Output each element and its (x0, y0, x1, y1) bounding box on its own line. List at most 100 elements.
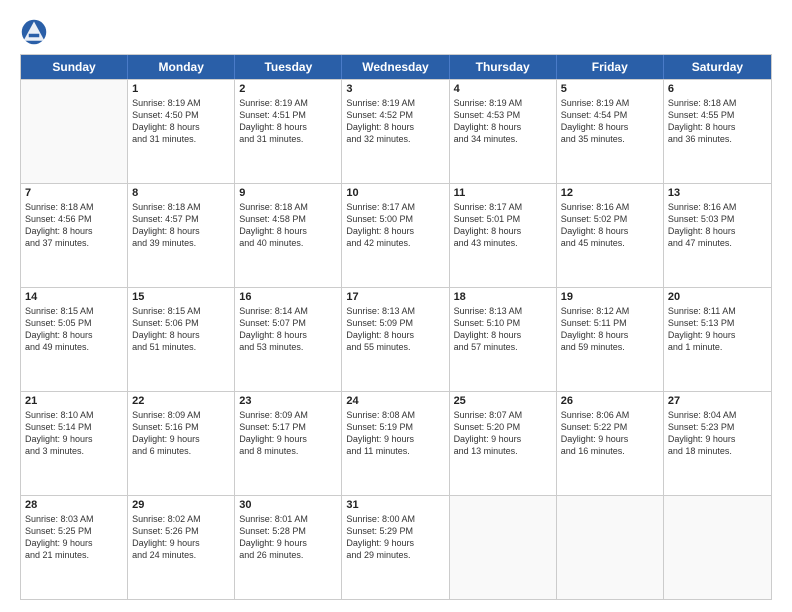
sunrise-text: Sunrise: 8:15 AM (25, 305, 123, 317)
calendar-cell-0-4: 4Sunrise: 8:19 AMSunset: 4:53 PMDaylight… (450, 80, 557, 183)
sunrise-text: Sunrise: 8:19 AM (454, 97, 552, 109)
header-day-friday: Friday (557, 55, 664, 79)
sunrise-text: Sunrise: 8:18 AM (132, 201, 230, 213)
daylight-text-cont: and 34 minutes. (454, 133, 552, 145)
calendar: SundayMondayTuesdayWednesdayThursdayFrid… (20, 54, 772, 600)
calendar-cell-3-4: 25Sunrise: 8:07 AMSunset: 5:20 PMDayligh… (450, 392, 557, 495)
daylight-text: Daylight: 9 hours (25, 537, 123, 549)
calendar-cell-0-1: 1Sunrise: 8:19 AMSunset: 4:50 PMDaylight… (128, 80, 235, 183)
daylight-text-cont: and 6 minutes. (132, 445, 230, 457)
calendar-row-3: 21Sunrise: 8:10 AMSunset: 5:14 PMDayligh… (21, 391, 771, 495)
sunrise-text: Sunrise: 8:09 AM (239, 409, 337, 421)
day-number: 3 (346, 83, 444, 95)
calendar-cell-3-5: 26Sunrise: 8:06 AMSunset: 5:22 PMDayligh… (557, 392, 664, 495)
day-number: 8 (132, 187, 230, 199)
calendar-cell-2-1: 15Sunrise: 8:15 AMSunset: 5:06 PMDayligh… (128, 288, 235, 391)
sunrise-text: Sunrise: 8:18 AM (25, 201, 123, 213)
calendar-cell-4-3: 31Sunrise: 8:00 AMSunset: 5:29 PMDayligh… (342, 496, 449, 599)
sunset-text: Sunset: 4:50 PM (132, 109, 230, 121)
daylight-text: Daylight: 8 hours (346, 329, 444, 341)
sunset-text: Sunset: 4:51 PM (239, 109, 337, 121)
sunset-text: Sunset: 5:16 PM (132, 421, 230, 433)
daylight-text-cont: and 18 minutes. (668, 445, 767, 457)
daylight-text-cont: and 42 minutes. (346, 237, 444, 249)
day-number: 23 (239, 395, 337, 407)
daylight-text-cont: and 40 minutes. (239, 237, 337, 249)
day-number: 19 (561, 291, 659, 303)
sunrise-text: Sunrise: 8:19 AM (239, 97, 337, 109)
sunrise-text: Sunrise: 8:19 AM (346, 97, 444, 109)
sunrise-text: Sunrise: 8:01 AM (239, 513, 337, 525)
daylight-text-cont: and 16 minutes. (561, 445, 659, 457)
daylight-text-cont: and 11 minutes. (346, 445, 444, 457)
daylight-text-cont: and 8 minutes. (239, 445, 337, 457)
sunset-text: Sunset: 5:23 PM (668, 421, 767, 433)
daylight-text-cont: and 29 minutes. (346, 549, 444, 561)
header-day-wednesday: Wednesday (342, 55, 449, 79)
sunset-text: Sunset: 5:26 PM (132, 525, 230, 537)
daylight-text: Daylight: 9 hours (25, 433, 123, 445)
calendar-row-0: 1Sunrise: 8:19 AMSunset: 4:50 PMDaylight… (21, 79, 771, 183)
day-number: 13 (668, 187, 767, 199)
page: SundayMondayTuesdayWednesdayThursdayFrid… (0, 0, 792, 612)
calendar-cell-2-3: 17 Sunrise: 8:13 AMSunset: 5:09 PMDayligh… (342, 288, 449, 391)
sunrise-text: Sunrise: 8:13 AM (346, 305, 444, 317)
calendar-cell-2-4: 18Sunrise: 8:13 AMSunset: 5:10 PMDayligh… (450, 288, 557, 391)
day-number: 17 (346, 291, 444, 303)
day-number: 7 (25, 187, 123, 199)
sunset-text: Sunset: 5:09 PM (346, 317, 444, 329)
daylight-text: Daylight: 9 hours (346, 433, 444, 445)
calendar-cell-1-4: 11Sunrise: 8:17 AMSunset: 5:01 PMDayligh… (450, 184, 557, 287)
daylight-text: Daylight: 9 hours (239, 433, 337, 445)
daylight-text: Daylight: 8 hours (454, 225, 552, 237)
day-number: 14 (25, 291, 123, 303)
day-number: 4 (454, 83, 552, 95)
calendar-row-2: 14 Sunrise: 8:15 AMSunset: 5:05 PM Dayligh… (21, 287, 771, 391)
sunset-text: Sunset: 5:05 PM (25, 317, 123, 329)
calendar-cell-0-3: 3Sunrise: 8:19 AMSunset: 4:52 PMDaylight… (342, 80, 449, 183)
calendar-cell-1-1: 8Sunrise: 8:18 AMSunset: 4:57 PMDaylight… (128, 184, 235, 287)
sunrise-text: Sunrise: 8:06 AM (561, 409, 659, 421)
calendar-cell-4-6 (664, 496, 771, 599)
sunset-text: Sunset: 5:11 PM (561, 317, 659, 329)
day-number: 5 (561, 83, 659, 95)
daylight-text-cont: and 35 minutes. (561, 133, 659, 145)
daylight-text: Daylight: 8 hours (25, 225, 123, 237)
calendar-cell-3-6: 27Sunrise: 8:04 AMSunset: 5:23 PMDayligh… (664, 392, 771, 495)
sunrise-text: Sunrise: 8:03 AM (25, 513, 123, 525)
day-number: 29 (132, 499, 230, 511)
daylight-text: Daylight: 8 hours (239, 225, 337, 237)
sunset-text: Sunset: 5:14 PM (25, 421, 123, 433)
daylight-text: Daylight: 8 hours (454, 329, 552, 341)
calendar-cell-1-0: 7Sunrise: 8:18 AMSunset: 4:56 PMDaylight… (21, 184, 128, 287)
header (20, 18, 772, 46)
calendar-cell-2-0: 14Sunrise: 8:15 AMSunset: 5:05 PMDayligh… (21, 288, 128, 391)
daylight-text: Daylight: 9 hours (668, 329, 767, 341)
daylight-text: Daylight: 8 hours (346, 225, 444, 237)
day-number: 11 (454, 187, 552, 199)
daylight-text: Daylight: 8 hours (561, 225, 659, 237)
calendar-cell-4-5 (557, 496, 664, 599)
calendar-body: 1Sunrise: 8:19 AMSunset: 4:50 PMDaylight… (21, 79, 771, 599)
daylight-text: Daylight: 8 hours (668, 225, 767, 237)
day-number: 26 (561, 395, 659, 407)
calendar-cell-4-2: 30Sunrise: 8:01 AMSunset: 5:28 PMDayligh… (235, 496, 342, 599)
daylight-text: Daylight: 8 hours (239, 121, 337, 133)
day-number: 15 (132, 291, 230, 303)
sunset-text: Sunset: 5:06 PM (132, 317, 230, 329)
daylight-text: Daylight: 8 hours (132, 329, 230, 341)
day-number: 12 (561, 187, 659, 199)
logo (20, 18, 52, 46)
sunrise-text: Sunrise: 8:18 AM (668, 97, 767, 109)
calendar-cell-3-2: 23Sunrise: 8:09 AMSunset: 5:17 PMDayligh… (235, 392, 342, 495)
sunrise-text: Sunrise: 8:10 AM (25, 409, 123, 421)
header-day-monday: Monday (128, 55, 235, 79)
day-number: 9 (239, 187, 337, 199)
sunset-text: Sunset: 5:28 PM (239, 525, 337, 537)
sunrise-text: Sunrise: 8:17 AM (346, 201, 444, 213)
day-number: 22 (132, 395, 230, 407)
calendar-cell-1-6: 13Sunrise: 8:16 AMSunset: 5:03 PMDayligh… (664, 184, 771, 287)
daylight-text-cont: and 3 minutes. (25, 445, 123, 457)
daylight-text-cont: and 21 minutes. (25, 549, 123, 561)
daylight-text-cont: and 1 minute. (668, 341, 767, 353)
